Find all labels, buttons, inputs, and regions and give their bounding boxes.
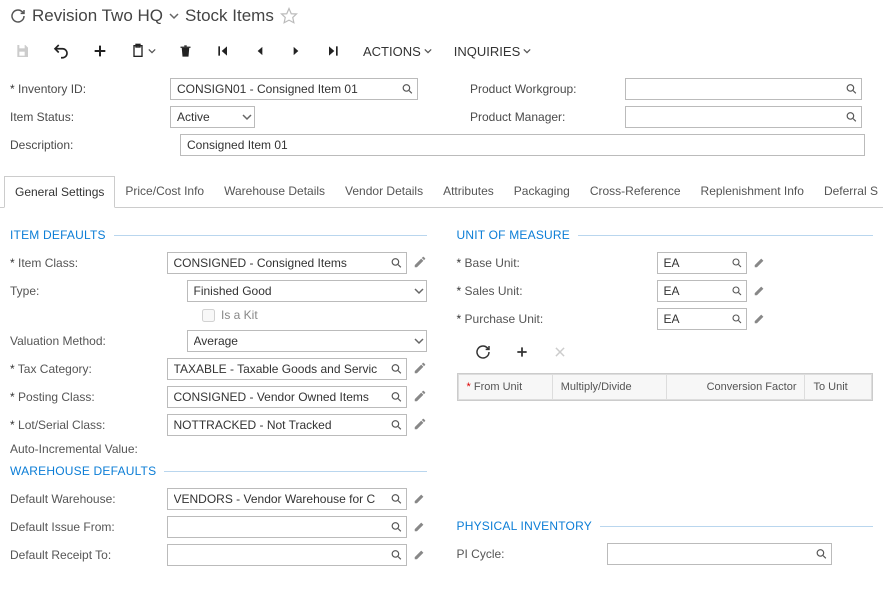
item-status-select[interactable] <box>170 106 255 128</box>
tax-category-input[interactable] <box>167 358 407 380</box>
type-select[interactable] <box>187 280 427 302</box>
col-from-unit[interactable]: From Unit <box>458 375 552 400</box>
save-icon[interactable] <box>14 43 30 59</box>
valuation-label: Valuation Method: <box>10 334 187 348</box>
company-name[interactable]: Revision Two HQ <box>32 6 163 26</box>
type-label: Type: <box>10 284 187 298</box>
pencil-icon[interactable] <box>413 417 427 434</box>
tab-packaging[interactable]: Packaging <box>504 176 580 207</box>
default-warehouse-label: Default Warehouse: <box>10 492 167 506</box>
tab-general-settings[interactable]: General Settings <box>4 176 115 208</box>
sales-unit-input[interactable] <box>657 280 747 302</box>
posting-class-input[interactable] <box>167 386 407 408</box>
item-class-input[interactable] <box>167 252 407 274</box>
default-issue-input[interactable] <box>167 516 407 538</box>
pencil-icon[interactable] <box>413 361 427 378</box>
default-receipt-label: Default Receipt To: <box>10 548 167 562</box>
warehouse-defaults-header: WAREHOUSE DEFAULTS <box>10 464 427 478</box>
is-kit-checkbox[interactable] <box>202 309 215 322</box>
nav-first-icon[interactable] <box>215 43 231 59</box>
col-to-unit[interactable]: To Unit <box>805 375 872 400</box>
product-workgroup-input[interactable] <box>625 78 862 100</box>
pencil-icon[interactable] <box>413 389 427 406</box>
tax-category-label: Tax Category: <box>10 362 167 376</box>
chevron-down-icon[interactable] <box>169 11 179 21</box>
refresh-icon[interactable] <box>10 8 26 24</box>
pencil-icon[interactable] <box>413 255 427 272</box>
actions-menu[interactable]: ACTIONS <box>363 44 432 59</box>
product-manager-input[interactable] <box>625 106 862 128</box>
uom-header: UNIT OF MEASURE <box>457 228 874 242</box>
screen-name: Stock Items <box>185 6 274 26</box>
add-icon[interactable] <box>92 43 108 59</box>
product-manager-label: Product Manager: <box>470 110 625 124</box>
base-unit-input[interactable] <box>657 252 747 274</box>
purchase-unit-label: Purchase Unit: <box>457 312 657 326</box>
lot-serial-input[interactable] <box>167 414 407 436</box>
description-label: Description: <box>10 138 170 152</box>
pencil-icon[interactable] <box>753 255 767 272</box>
tab-vendor-details[interactable]: Vendor Details <box>335 176 433 207</box>
nav-next-icon[interactable] <box>289 43 303 59</box>
lot-serial-label: Lot/Serial Class: <box>10 418 167 432</box>
product-workgroup-label: Product Workgroup: <box>470 82 625 96</box>
tab-warehouse-details[interactable]: Warehouse Details <box>214 176 335 207</box>
description-input[interactable] <box>180 134 865 156</box>
delete-icon[interactable] <box>178 43 193 59</box>
pencil-icon[interactable] <box>413 547 427 564</box>
tab-cross-reference[interactable]: Cross-Reference <box>580 176 691 207</box>
grid-add-icon[interactable] <box>515 345 529 362</box>
sales-unit-label: Sales Unit: <box>457 284 657 298</box>
grid-delete-icon <box>553 345 567 362</box>
nav-prev-icon[interactable] <box>253 43 267 59</box>
tab-replenishment[interactable]: Replenishment Info <box>691 176 814 207</box>
clipboard-icon[interactable] <box>130 43 156 59</box>
default-receipt-input[interactable] <box>167 544 407 566</box>
star-icon[interactable] <box>280 7 298 25</box>
pi-cycle-label: PI Cycle: <box>457 547 607 561</box>
undo-icon[interactable] <box>52 42 70 60</box>
col-conversion-factor[interactable]: Conversion Factor <box>666 375 805 400</box>
col-multiply-divide[interactable]: Multiply/Divide <box>552 375 666 400</box>
tabs: General Settings Price/Cost Info Warehou… <box>0 176 883 208</box>
pencil-icon[interactable] <box>413 519 427 536</box>
valuation-select[interactable] <box>187 330 427 352</box>
uom-grid[interactable]: From Unit Multiply/Divide Conversion Fac… <box>457 373 874 401</box>
pi-cycle-input[interactable] <box>607 543 832 565</box>
pencil-icon[interactable] <box>413 491 427 508</box>
default-issue-label: Default Issue From: <box>10 520 167 534</box>
inventory-id-label: Inventory ID: <box>10 82 170 96</box>
nav-last-icon[interactable] <box>325 43 341 59</box>
posting-class-label: Posting Class: <box>10 390 167 404</box>
pencil-icon[interactable] <box>753 283 767 300</box>
base-unit-label: Base Unit: <box>457 256 657 270</box>
is-kit-label: Is a Kit <box>221 308 258 322</box>
purchase-unit-input[interactable] <box>657 308 747 330</box>
tab-attributes[interactable]: Attributes <box>433 176 504 207</box>
inventory-id-input[interactable] <box>170 78 418 100</box>
default-warehouse-input[interactable] <box>167 488 407 510</box>
grid-refresh-icon[interactable] <box>475 344 491 363</box>
tab-deferral[interactable]: Deferral S <box>814 176 883 207</box>
tab-price-cost[interactable]: Price/Cost Info <box>115 176 214 207</box>
inquiries-menu[interactable]: INQUIRIES <box>454 44 531 59</box>
pencil-icon[interactable] <box>753 311 767 328</box>
item-class-label: Item Class: <box>10 256 167 270</box>
item-defaults-header: ITEM DEFAULTS <box>10 228 427 242</box>
auto-inc-label: Auto-Incremental Value: <box>10 442 190 456</box>
physical-inventory-header: PHYSICAL INVENTORY <box>457 519 874 533</box>
item-status-label: Item Status: <box>10 110 170 124</box>
